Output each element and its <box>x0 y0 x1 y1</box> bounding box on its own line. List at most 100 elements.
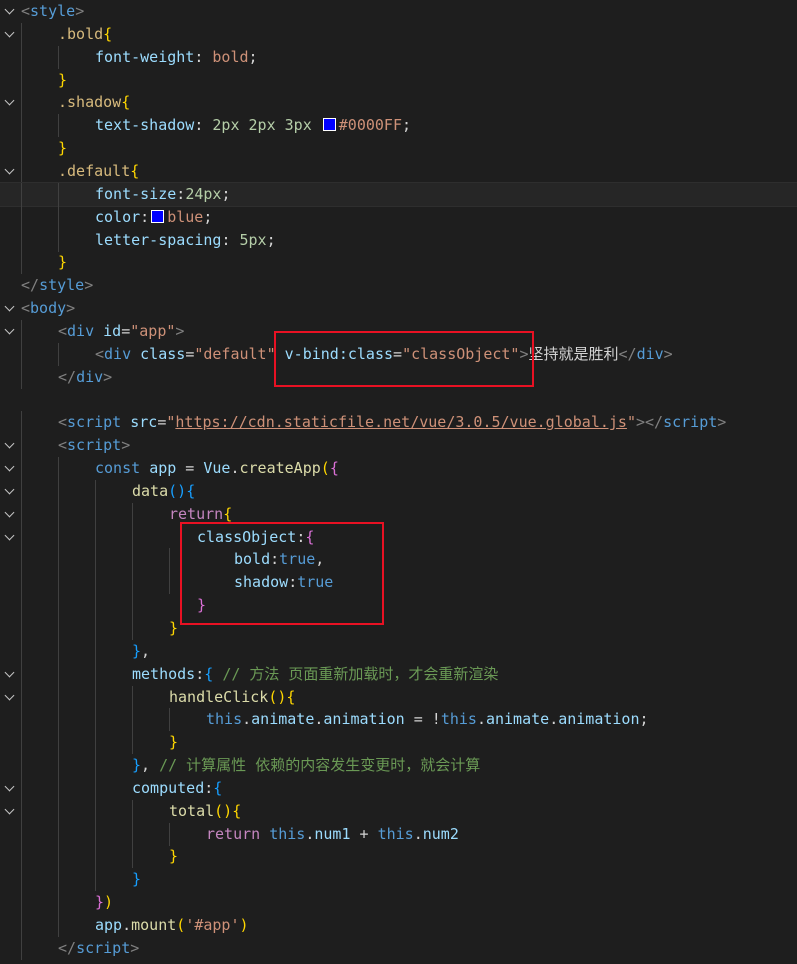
code-line[interactable]: } <box>0 137 797 160</box>
fold-gutter[interactable] <box>2 0 16 23</box>
indent-guide <box>21 526 22 549</box>
code-line[interactable]: <body> <box>0 297 797 320</box>
code-line[interactable]: </div> <box>0 366 797 389</box>
code-line[interactable]: .bold{ <box>0 23 797 46</box>
code-line[interactable]: classObject:{ <box>0 526 797 549</box>
code-line[interactable]: } <box>0 69 797 92</box>
code-line[interactable]: letter-spacing: 5px; <box>0 229 797 252</box>
code-line[interactable]: const app = Vue.createApp({ <box>0 457 797 480</box>
chevron-down-icon[interactable] <box>4 804 14 815</box>
indent-guide <box>58 503 59 526</box>
fold-gutter[interactable] <box>2 480 16 503</box>
fold-gutter[interactable] <box>2 503 16 526</box>
fold-gutter[interactable] <box>2 526 16 549</box>
code-line[interactable]: } <box>0 731 797 754</box>
code-line[interactable]: } <box>0 251 797 274</box>
code-text: }, // 计算属性 依赖的内容发生变更时，就会计算 <box>132 754 480 777</box>
chevron-down-icon[interactable] <box>4 27 14 38</box>
code-token: () <box>214 802 233 820</box>
code-line[interactable]: app.mount('#app') <box>0 914 797 937</box>
code-line[interactable]: <script src="https://cdn.staticfile.net/… <box>0 411 797 434</box>
indent-guide <box>169 548 170 571</box>
indent-guide <box>132 686 133 709</box>
fold-gutter[interactable] <box>2 91 16 114</box>
fold-gutter[interactable] <box>2 663 16 686</box>
code-line[interactable]: font-weight: bold; <box>0 46 797 69</box>
indent-guide <box>58 800 59 823</box>
code-line[interactable]: methods:{ // 方法 页面重新加载时，才会重新渲染 <box>0 663 797 686</box>
code-token: #0000FF <box>338 116 402 134</box>
code-line[interactable]: return this.num1 + this.num2 <box>0 823 797 846</box>
fold-gutter[interactable] <box>2 434 16 457</box>
fold-gutter[interactable] <box>2 320 16 343</box>
chevron-down-icon[interactable] <box>4 484 14 495</box>
code-line[interactable]: .shadow{ <box>0 91 797 114</box>
code-line[interactable]: data(){ <box>0 480 797 503</box>
code-line[interactable]: text-shadow: 2px 2px 3px #0000FF; <box>0 114 797 137</box>
chevron-down-icon[interactable] <box>4 690 14 701</box>
chevron-down-icon[interactable] <box>4 164 14 175</box>
code-line[interactable]: <style> <box>0 0 797 23</box>
code-text: handleClick(){ <box>169 686 295 709</box>
code-token: color <box>95 208 141 226</box>
color-swatch[interactable] <box>151 210 165 223</box>
indent-guide <box>132 571 133 594</box>
chevron-down-icon[interactable] <box>4 301 14 312</box>
code-token: div <box>104 345 132 363</box>
fold-gutter[interactable] <box>2 23 16 46</box>
fold-gutter <box>2 594 16 617</box>
code-token: methods <box>132 665 196 683</box>
chevron-down-icon[interactable] <box>4 507 14 518</box>
indent-guide <box>95 708 96 731</box>
fold-gutter[interactable] <box>2 777 16 800</box>
code-line[interactable]: } <box>0 845 797 868</box>
code-line[interactable]: }) <box>0 891 797 914</box>
code-text: computed:{ <box>132 777 222 800</box>
code-line[interactable]: } <box>0 617 797 640</box>
indent-guide <box>58 708 59 731</box>
code-line[interactable]: }, <box>0 640 797 663</box>
chevron-down-icon[interactable] <box>4 95 14 106</box>
code-line[interactable]: }, // 计算属性 依赖的内容发生变更时，就会计算 <box>0 754 797 777</box>
code-line[interactable]: .default{ <box>0 160 797 183</box>
chevron-down-icon[interactable] <box>4 438 14 449</box>
code-line[interactable]: </script> <box>0 937 797 960</box>
chevron-down-icon[interactable] <box>4 461 14 472</box>
indent-guide <box>132 548 133 571</box>
color-swatch[interactable] <box>322 118 336 131</box>
code-line[interactable]: bold:true, <box>0 548 797 571</box>
code-line[interactable]: color: blue; <box>0 206 797 229</box>
chevron-down-icon[interactable] <box>4 324 14 335</box>
chevron-down-icon[interactable] <box>4 667 14 678</box>
code-line[interactable]: <div id="app"> <box>0 320 797 343</box>
code-line[interactable]: total(){ <box>0 800 797 823</box>
fold-gutter[interactable] <box>2 160 16 183</box>
code-line[interactable] <box>0 388 797 411</box>
code-text: <div id="app"> <box>58 320 184 343</box>
code-line[interactable]: computed:{ <box>0 777 797 800</box>
code-line[interactable]: handleClick(){ <box>0 686 797 709</box>
code-line[interactable]: font-size:24px; <box>0 182 797 207</box>
fold-gutter[interactable] <box>2 800 16 823</box>
code-line[interactable]: return{ <box>0 503 797 526</box>
code-line[interactable]: </style> <box>0 274 797 297</box>
code-line[interactable]: <script> <box>0 434 797 457</box>
code-token: () <box>268 688 287 706</box>
fold-gutter[interactable] <box>2 297 16 320</box>
code-token: script <box>67 436 122 454</box>
code-token: ) <box>104 893 114 911</box>
code-token: "classObject" <box>402 345 520 363</box>
code-token: : <box>194 116 213 134</box>
fold-gutter[interactable] <box>2 457 16 480</box>
code-editor[interactable]: <style> .bold{font-weight: bold;} .shadow{… <box>0 0 797 964</box>
code-line[interactable]: } <box>0 594 797 617</box>
fold-gutter[interactable] <box>2 686 16 709</box>
code-text: <style> <box>21 0 84 23</box>
code-line[interactable]: } <box>0 868 797 891</box>
chevron-down-icon[interactable] <box>4 781 14 792</box>
chevron-down-icon[interactable] <box>4 4 14 15</box>
code-line[interactable]: <div class="default" v-bind:class="class… <box>0 343 797 366</box>
code-line[interactable]: shadow:true <box>0 571 797 594</box>
code-line[interactable]: this.animate.animation = !this.animate.a… <box>0 708 797 731</box>
chevron-down-icon[interactable] <box>4 530 14 541</box>
